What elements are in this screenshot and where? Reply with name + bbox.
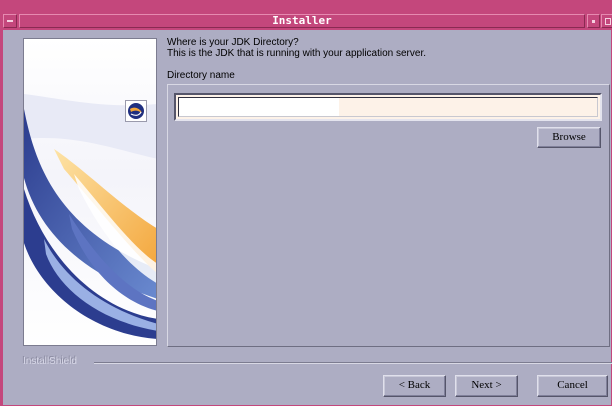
installer-banner-image bbox=[23, 38, 157, 346]
installshield-logo-icon bbox=[125, 100, 147, 122]
directory-name-label: Directory name bbox=[167, 70, 235, 81]
directory-name-field[interactable] bbox=[174, 93, 602, 121]
content-panel bbox=[167, 84, 610, 347]
next-button[interactable]: Next > bbox=[455, 375, 518, 397]
window-title: Installer bbox=[19, 14, 585, 28]
directory-name-value[interactable] bbox=[178, 97, 598, 117]
title-bar[interactable]: Installer bbox=[0, 0, 612, 30]
installshield-branding: InstallShield bbox=[23, 356, 612, 368]
minimize-icon[interactable] bbox=[587, 14, 600, 28]
cancel-button[interactable]: Cancel bbox=[537, 375, 608, 397]
footer-divider bbox=[94, 362, 612, 364]
maximize-icon[interactable] bbox=[601, 14, 612, 28]
header-text: Where is your JDK Directory? This is the… bbox=[167, 37, 426, 59]
installshield-label: InstallShield bbox=[23, 356, 77, 367]
window-menu-icon[interactable] bbox=[3, 14, 17, 28]
browse-button[interactable]: Browse bbox=[537, 127, 601, 148]
swoosh-graphic bbox=[24, 39, 156, 345]
back-button[interactable]: < Back bbox=[383, 375, 446, 397]
header-question: Where is your JDK Directory? bbox=[167, 37, 299, 48]
header-description: This is the JDK that is running with you… bbox=[167, 48, 427, 59]
